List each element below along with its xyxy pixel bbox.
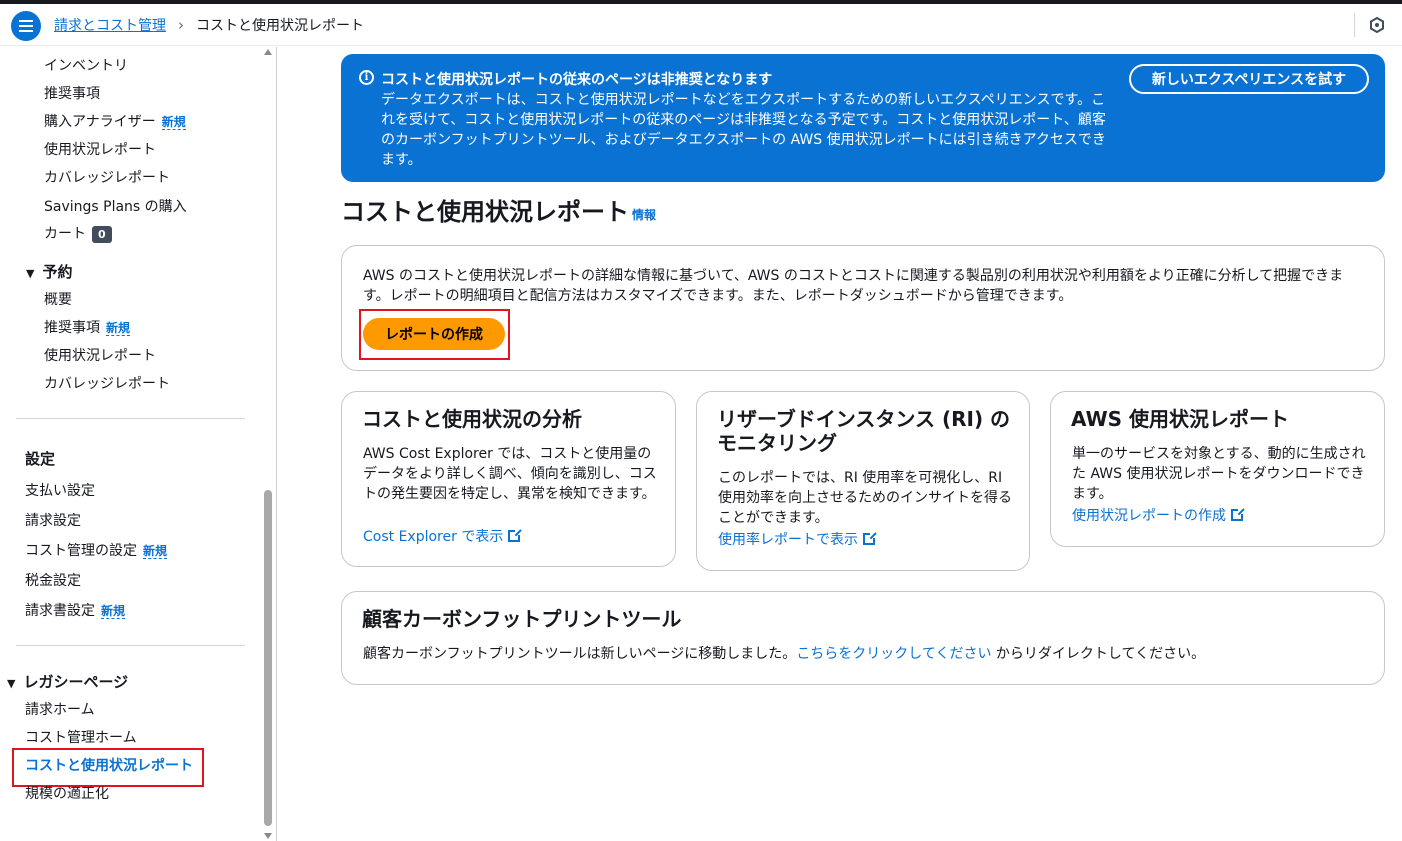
scroll-up-arrow-icon[interactable] <box>264 49 272 55</box>
sidebar-item-inventory[interactable]: インベントリ <box>44 56 128 76</box>
external-link-icon <box>1231 507 1245 521</box>
sidebar-item-cost-management-settings[interactable]: コスト管理の設定 新規 <box>25 541 168 561</box>
intro-text: AWS のコストと使用状況レポートの詳細な情報に基づいて、AWS のコストとコス… <box>363 268 1344 304</box>
new-badge: 新規 <box>161 115 186 130</box>
sidebar-item-ri-coverage-report[interactable]: カバレッジレポート <box>44 374 170 394</box>
side-navigation: インベントリ 推奨事項 購入アナライザー 新規 使用状況レポート カバレッジレポー… <box>0 47 277 841</box>
section-settings-title: 設定 <box>25 450 56 468</box>
menu-button[interactable] <box>11 11 41 41</box>
sidebar-item-rightsizing[interactable]: 規模の適正化 <box>25 784 109 804</box>
new-badge: 新規 <box>143 544 168 559</box>
info-icon: i <box>359 70 374 85</box>
sidebar-item-savings-plans-purchase[interactable]: Savings Plans の購入 <box>44 197 187 217</box>
utilization-report-link[interactable]: 使用率レポートで表示 <box>718 530 877 550</box>
card-ri-monitoring: リザーブドインスタンス (RI) のモニタリング このレポートでは、RI 使用率… <box>696 391 1030 571</box>
cart-count-badge: 0 <box>92 225 112 243</box>
breadcrumb: 請求とコスト管理 › コストと使用状況レポート <box>54 15 364 35</box>
carbon-text: 顧客カーボンフットプリントツールは新しいページに移動しました。こちらをクリックし… <box>363 646 1206 662</box>
highlight-box-sidebar <box>12 748 204 787</box>
deprecation-banner: i コストと使用状況レポートの従来のページは非推奨となります データエクスポート… <box>341 54 1385 182</box>
sidebar-item-ri-recommendations[interactable]: 推奨事項 新規 <box>44 318 131 338</box>
sidebar-item-billing-home[interactable]: 請求ホーム <box>25 700 95 720</box>
hamburger-icon <box>19 25 33 27</box>
sidebar-item-tax-settings[interactable]: 税金設定 <box>25 571 81 591</box>
highlight-box-create-report <box>359 309 510 360</box>
sidebar-divider <box>16 418 245 419</box>
sidebar-item-ri-usage-report[interactable]: 使用状況レポート <box>44 346 156 366</box>
card-aws-usage-report: AWS 使用状況レポート 単一のサービスを対象とする、動的に生成された AWS … <box>1050 391 1385 547</box>
external-link-icon <box>863 531 877 545</box>
card-text: 単一のサービスを対象とする、動的に生成された AWS 使用状況レポートをダウンロ… <box>1072 446 1366 502</box>
card-title: AWS 使用状況レポート <box>1071 407 1290 431</box>
section-reservations-toggle[interactable]: ▼ 予約 <box>26 261 72 282</box>
sidebar-item-cart[interactable]: カート 0 <box>44 224 112 244</box>
banner-body: データエクスポートは、コストと使用状況レポートなどをエクスポートするための新しい… <box>381 92 1106 168</box>
sidebar-item-cost-management-home[interactable]: コスト管理ホーム <box>25 728 137 748</box>
settings-hex-icon[interactable] <box>1369 17 1385 33</box>
card-title: コストと使用状況の分析 <box>362 407 582 431</box>
sidebar-item-invoice-settings[interactable]: 請求書設定 新規 <box>25 601 126 621</box>
sidebar-scrollbar[interactable] <box>262 47 274 841</box>
card-title: 顧客カーボンフットプリントツール <box>362 607 682 631</box>
chevron-right-icon: › <box>178 16 184 34</box>
page-title: コストと使用状況レポート <box>341 198 629 226</box>
try-new-experience-button[interactable]: 新しいエクスペリエンスを試す <box>1129 64 1369 94</box>
click-here-link[interactable]: こちらをクリックしてください <box>796 646 991 662</box>
breadcrumb-current: コストと使用状況レポート <box>196 18 364 34</box>
info-link[interactable]: 情報 <box>632 206 656 223</box>
card-cost-analysis: コストと使用状況の分析 AWS Cost Explorer では、コストと使用量… <box>341 391 676 567</box>
create-usage-report-link[interactable]: 使用状況レポートの作成 <box>1072 506 1245 526</box>
scroll-down-arrow-icon[interactable] <box>264 833 272 839</box>
card-text: このレポートでは、RI 使用率を可視化し、RI 使用効率を向上させるためのインサ… <box>718 470 1012 526</box>
card-text: AWS Cost Explorer では、コストと使用量のデータをより詳しく調べ… <box>363 446 657 502</box>
sidebar-item-payment-settings[interactable]: 支払い設定 <box>25 481 95 501</box>
sidebar-item-coverage-report[interactable]: カバレッジレポート <box>44 168 170 188</box>
new-badge: 新規 <box>106 321 131 336</box>
cost-explorer-link[interactable]: Cost Explorer で表示 <box>363 527 523 547</box>
new-badge: 新規 <box>101 604 126 619</box>
section-legacy-toggle[interactable]: ▼ レガシーページ <box>7 671 128 692</box>
sidebar-item-overview[interactable]: 概要 <box>44 290 72 310</box>
sidebar-item-billing-settings[interactable]: 請求設定 <box>25 511 81 531</box>
sidebar-item-purchase-analyzer[interactable]: 購入アナライザー 新規 <box>44 112 186 132</box>
sidebar-item-usage-report[interactable]: 使用状況レポート <box>44 140 156 160</box>
caret-down-icon: ▼ <box>26 267 35 280</box>
breadcrumb-parent-link[interactable]: 請求とコスト管理 <box>54 15 166 35</box>
sidebar-divider <box>16 645 245 646</box>
scroll-thumb[interactable] <box>264 490 272 826</box>
card-title: リザーブドインスタンス (RI) のモニタリング <box>717 407 1011 455</box>
external-link-icon <box>508 528 523 542</box>
caret-down-icon: ▼ <box>7 677 16 690</box>
banner-title: コストと使用状況レポートの従来のページは非推奨となります <box>381 72 773 88</box>
top-header: 請求とコスト管理 › コストと使用状況レポート <box>0 4 1402 46</box>
card-carbon-footprint: 顧客カーボンフットプリントツール 顧客カーボンフットプリントツールは新しいページ… <box>341 591 1385 685</box>
sidebar-item-recommendations[interactable]: 推奨事項 <box>44 84 100 104</box>
header-divider <box>1354 13 1355 37</box>
